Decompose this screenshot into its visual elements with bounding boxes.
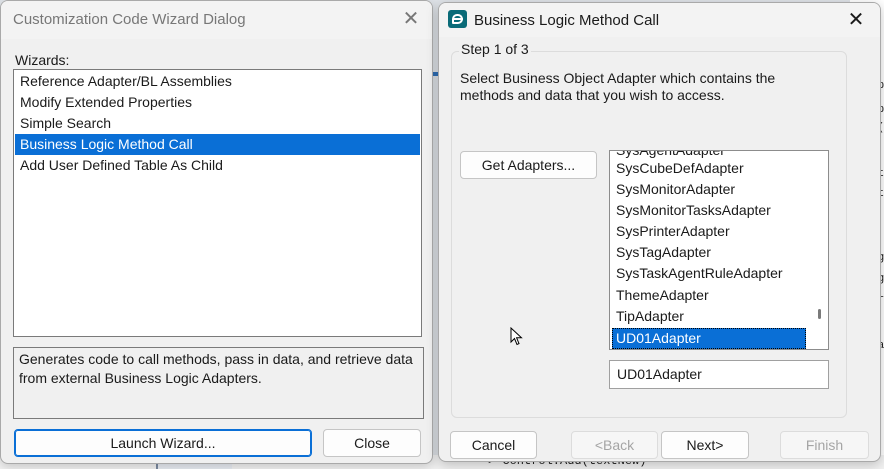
app-logo-icon xyxy=(448,10,467,28)
step-indicator: Step 1 of 3 xyxy=(459,41,531,57)
list-item[interactable]: SysPrinterAdapter xyxy=(612,221,806,242)
business-logic-method-call-dialog: Business Logic Method Call ✕ Step 1 of 3… xyxy=(438,2,881,462)
list-item-selected[interactable]: Business Logic Method Call xyxy=(15,134,420,155)
cancel-button[interactable]: Cancel xyxy=(450,431,537,459)
list-item[interactable]: SysTaskAgentRuleAdapter xyxy=(612,263,806,284)
get-adapters-button[interactable]: Get Adapters... xyxy=(460,151,597,179)
list-item[interactable]: SysMonitorAdapter xyxy=(612,179,806,200)
wizards-list[interactable]: Reference Adapter/BL Assemblies Modify E… xyxy=(13,69,422,337)
adapters-list[interactable]: SysAgentAdapter SysCubeDefAdapter SysMon… xyxy=(609,150,829,350)
title-bar: Business Logic Method Call ✕ xyxy=(439,3,880,37)
close-button[interactable]: Close xyxy=(323,429,421,457)
dialog-title: Customization Code Wizard Dialog xyxy=(13,11,246,28)
list-item[interactable]: Modify Extended Properties xyxy=(15,92,420,113)
list-item[interactable]: Reference Adapter/BL Assemblies xyxy=(15,71,420,92)
customization-wizard-dialog: Customization Code Wizard Dialog ✕ Wizar… xyxy=(0,0,433,464)
step-instructions: Select Business Object Adapter which con… xyxy=(460,70,776,103)
list-item[interactable]: SysTagAdapter xyxy=(612,242,806,263)
close-icon[interactable]: ✕ xyxy=(399,7,423,31)
list-item[interactable]: SysMonitorTasksAdapter xyxy=(612,200,806,221)
list-item[interactable]: Add User Defined Table As Child xyxy=(15,155,420,176)
wizard-description: Generates code to call methods, pass in … xyxy=(13,347,424,419)
scrollbar-thumb[interactable] xyxy=(818,309,821,319)
list-item[interactable]: SysCubeDefAdapter xyxy=(612,158,806,179)
wizards-label: Wizards: xyxy=(15,52,70,68)
list-item[interactable]: ThemeAdapter xyxy=(612,285,806,306)
list-item[interactable]: Simple Search xyxy=(15,113,420,134)
selected-adapter-field[interactable]: UD01Adapter xyxy=(609,360,829,389)
back-button[interactable]: <Back xyxy=(571,431,658,459)
title-bar: Customization Code Wizard Dialog ✕ xyxy=(1,1,432,39)
close-icon[interactable]: ✕ xyxy=(844,8,868,32)
dialog-title: Business Logic Method Call xyxy=(474,12,660,29)
next-button[interactable]: Next> xyxy=(661,431,749,459)
launch-wizard-button[interactable]: Launch Wizard... xyxy=(14,429,312,457)
mouse-cursor-icon xyxy=(510,327,523,346)
list-item-selected[interactable]: UD01Adapter xyxy=(612,328,806,349)
finish-button[interactable]: Finish xyxy=(780,431,869,459)
list-item[interactable]: TipAdapter xyxy=(612,306,806,327)
